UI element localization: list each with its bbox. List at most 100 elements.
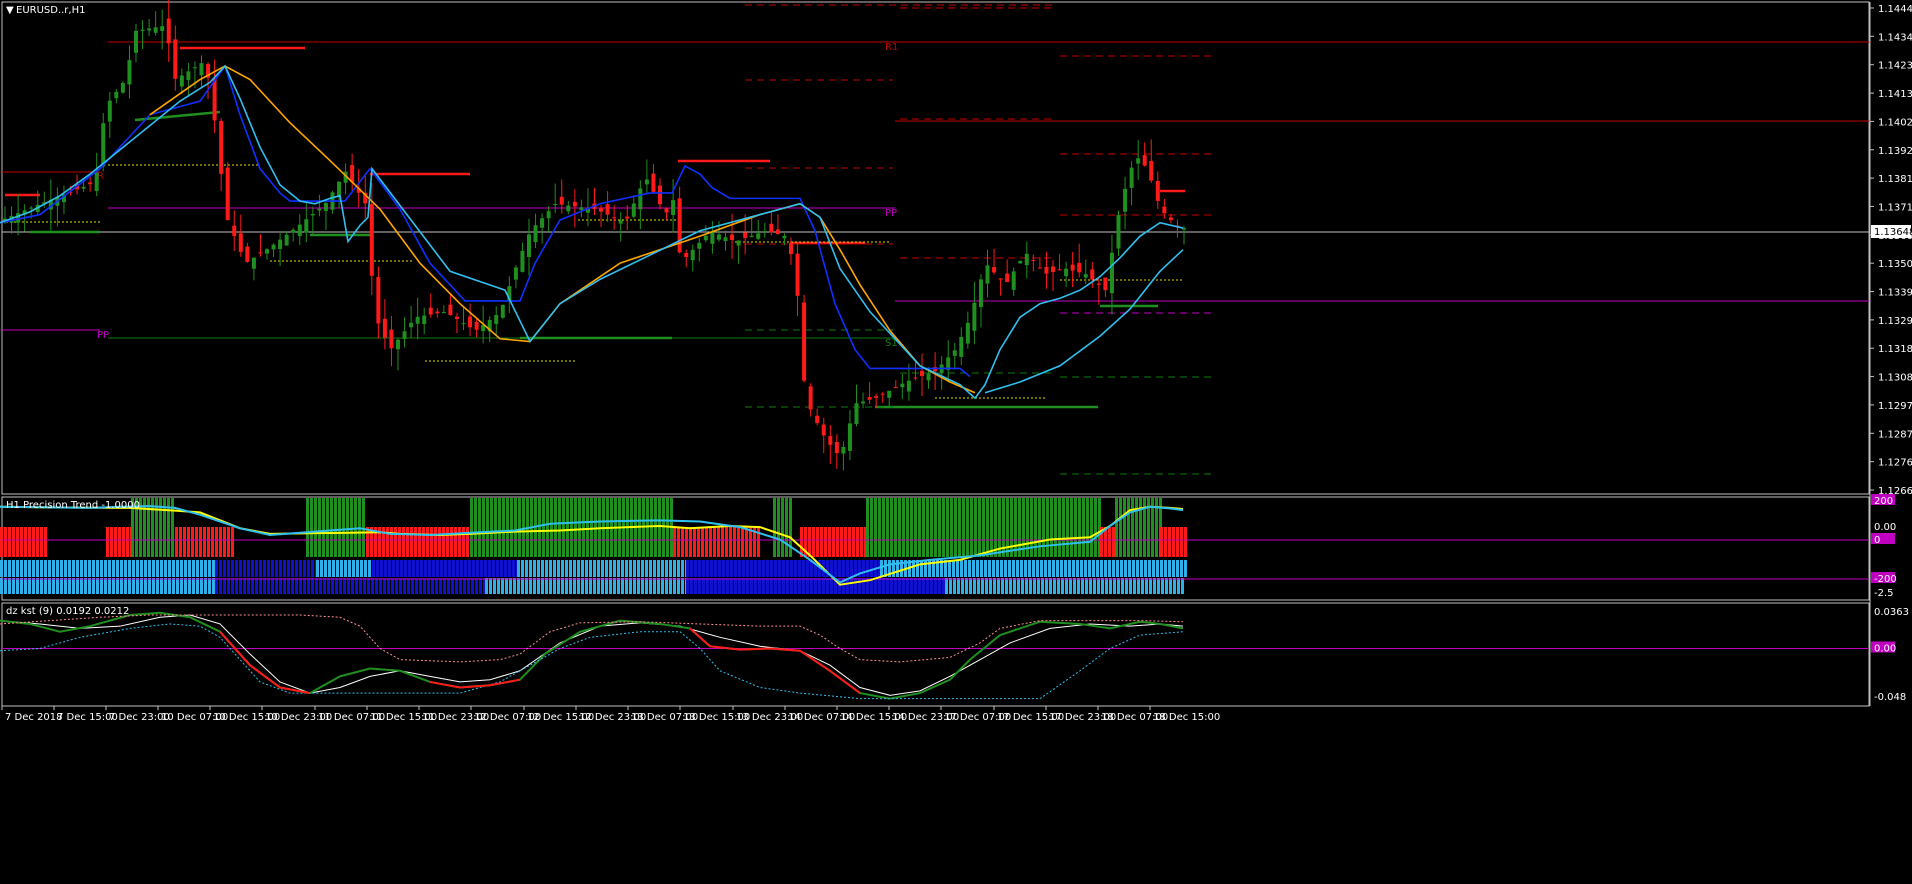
trend-bar-mid <box>629 560 632 577</box>
trend-bar-low <box>267 578 270 594</box>
trend-bar <box>962 527 965 557</box>
trend-bar-mid <box>275 560 278 577</box>
trend-bar-mid <box>432 560 435 577</box>
trend-bar-low <box>20 578 23 594</box>
trend-bar-upper <box>1046 498 1049 527</box>
trend-bar-mid <box>1112 560 1115 577</box>
trend-bar-upper <box>1159 498 1162 527</box>
trend-bar-low <box>1053 578 1056 594</box>
trend-bar-mid <box>200 560 203 577</box>
candle-body <box>409 322 414 328</box>
trend-bar-upper <box>526 498 529 527</box>
candle-body <box>527 234 531 257</box>
trend-bar-mid <box>956 560 959 577</box>
trend-bar <box>630 527 633 557</box>
trend-bar <box>450 527 453 557</box>
trend-bar-mid <box>408 560 411 577</box>
trend-bar-low <box>517 578 520 594</box>
trend-bar-mid <box>376 560 379 577</box>
candle-body <box>1024 253 1029 266</box>
trend-bar-low <box>858 578 861 594</box>
trend-bar-mid <box>263 560 266 577</box>
trend-bar-low <box>882 578 885 594</box>
trend-bar-mid <box>259 560 262 577</box>
trend-bar-low <box>1077 578 1080 594</box>
trend-bar <box>12 527 15 557</box>
trend-bar-low <box>24 578 27 594</box>
candle-body <box>638 188 643 210</box>
trend-bar <box>670 527 673 557</box>
trend-bar-mid <box>204 560 207 577</box>
trend-bar-low <box>279 578 282 594</box>
trend-bar <box>195 527 198 557</box>
trend-bar-upper <box>538 498 541 527</box>
trend-bar <box>219 527 222 557</box>
trend-bar-low <box>629 578 632 594</box>
trend-bar-upper <box>1078 498 1081 527</box>
trend-bar-low <box>641 578 644 594</box>
trend-bar-low <box>104 578 107 594</box>
trend-bar <box>689 527 692 557</box>
trend-bar-mid <box>545 560 548 577</box>
trend-bar-low <box>593 578 596 594</box>
trend-bar-mid <box>649 560 652 577</box>
trend-bar-low <box>521 578 524 594</box>
candle-body <box>1142 155 1147 166</box>
candle-body <box>808 386 813 410</box>
trend-bar-mid <box>1128 560 1131 577</box>
trend-bar-mid <box>968 560 971 577</box>
trend-bar-upper <box>482 498 485 527</box>
trend-bar-mid <box>303 560 306 577</box>
trend-bar-low <box>850 578 853 594</box>
trend-bar-low <box>930 578 933 594</box>
trend-bar-mid <box>920 560 923 577</box>
trend-bar-low <box>367 578 370 594</box>
trend-bar-low <box>72 578 75 594</box>
kst-axis-label: 0.00 <box>1874 643 1896 654</box>
trend-bar-mid <box>842 560 845 577</box>
trend-bar-low <box>36 578 39 594</box>
trend-bar-upper <box>354 498 357 527</box>
candle-body <box>199 63 204 76</box>
trend-bar-mid <box>1076 560 1079 577</box>
trend-bar <box>1160 527 1163 557</box>
trend-bar-mid <box>4 560 7 577</box>
trend-bar-low <box>479 578 482 594</box>
trend-bar <box>0 527 3 557</box>
trend-bar <box>223 527 226 557</box>
trend-bar-mid <box>219 560 222 577</box>
trend-bar-mid <box>976 560 979 577</box>
trend-bar-upper <box>954 498 957 527</box>
trend-bar-mid <box>613 560 616 577</box>
precision-trend-pane <box>0 498 1869 594</box>
trend-bar-upper <box>151 498 154 527</box>
trend-bar-low <box>597 578 600 594</box>
trend-bar-upper <box>506 498 509 527</box>
trend-bar-low <box>411 578 414 594</box>
trend-bar <box>20 527 23 557</box>
trend-bar-mid <box>344 560 347 577</box>
trend-bar <box>155 527 158 557</box>
trend-bar-upper <box>1135 498 1138 527</box>
trend-bar <box>1143 527 1146 557</box>
trend-bar <box>717 527 720 557</box>
trend-bar <box>725 527 728 557</box>
trend-bar-mid <box>593 560 596 577</box>
trend-bar-mid <box>456 560 459 577</box>
trend-bar-mid <box>88 560 91 577</box>
candle-body <box>716 234 721 240</box>
trend-bar-upper <box>1098 498 1101 527</box>
trend-bar-low <box>471 578 474 594</box>
trend-bar-upper <box>326 498 329 527</box>
candle-body <box>323 202 328 211</box>
trend-bar-mid <box>299 560 302 577</box>
trend-bar-low <box>485 578 488 594</box>
candle-body <box>448 304 453 315</box>
trend-bar-low <box>156 578 159 594</box>
trend-bar <box>1151 527 1154 557</box>
trend-bar-low <box>1093 578 1096 594</box>
trend-bar <box>118 527 121 557</box>
trend-bar <box>211 527 214 557</box>
trend-bar-mid <box>92 560 95 577</box>
chart-menu-icon[interactable]: ▼ <box>6 5 14 16</box>
